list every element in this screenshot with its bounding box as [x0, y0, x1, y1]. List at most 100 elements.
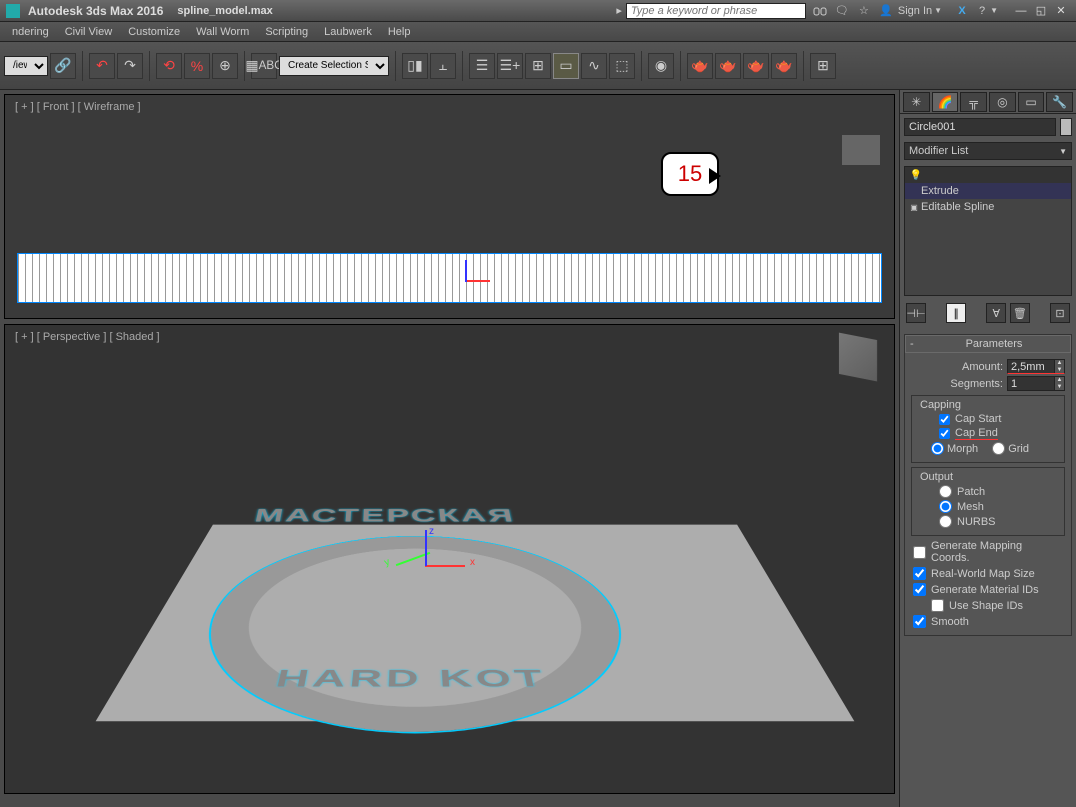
object-color-swatch[interactable] — [1060, 118, 1072, 136]
undo-button[interactable]: ↶ — [89, 53, 115, 79]
capping-label: Capping — [917, 399, 964, 411]
stack-item-editable-spline[interactable]: ▣ Editable Spline — [905, 199, 1071, 215]
modify-tab[interactable]: 🌈 — [932, 92, 959, 112]
axis-gizmo[interactable] — [395, 530, 455, 590]
minimize-button[interactable]: — — [1012, 4, 1030, 18]
rollout-header[interactable]: - Parameters — [905, 335, 1071, 353]
viewport-perspective-label[interactable]: [ + ] [ Perspective ] [ Shaded ] — [15, 331, 160, 343]
menu-scripting[interactable]: Scripting — [257, 26, 316, 38]
menu-wall-worm[interactable]: Wall Worm — [188, 26, 257, 38]
signin-dropdown-icon[interactable]: ▼ — [934, 6, 942, 15]
viewport-perspective[interactable]: [ + ] [ Perspective ] [ Shaded ] МАСТЕРС… — [4, 324, 895, 794]
pin-stack-button[interactable]: ⊣⊢ — [906, 303, 926, 323]
real-world-checkbox[interactable] — [913, 567, 926, 580]
render-setup-button[interactable]: 🫖 — [687, 53, 713, 79]
amount-label: Amount: — [962, 361, 1003, 373]
render-production-button[interactable]: 🫖 — [743, 53, 769, 79]
help-dropdown-icon[interactable]: ▼ — [990, 6, 998, 15]
command-panel-tabs: ✳ 🌈 ╦ ◎ ▭ 🔧 — [900, 90, 1076, 114]
maximize-button[interactable]: ◱ — [1032, 4, 1050, 18]
app-icon[interactable] — [6, 4, 20, 18]
app-title: Autodesk 3ds Max 2016 — [28, 4, 163, 18]
layer-new-button[interactable]: ☰+ — [497, 53, 523, 79]
menubar: ndering Civil View Customize Wall Worm S… — [0, 22, 1076, 42]
menu-civil-view[interactable]: Civil View — [57, 26, 120, 38]
search-input[interactable] — [626, 3, 806, 19]
menu-laubwerk[interactable]: Laubwerk — [316, 26, 380, 38]
scene-explorer-button[interactable]: ⊞ — [525, 53, 551, 79]
snap-angle-button[interactable]: ⟲ — [156, 53, 182, 79]
gen-material-checkbox[interactable] — [913, 583, 926, 596]
spinner-snap-button[interactable]: ⊕ — [212, 53, 238, 79]
nurbs-radio[interactable] — [939, 515, 952, 528]
viewcube-front[interactable] — [842, 135, 880, 165]
exchange-icon[interactable]: X — [954, 3, 970, 19]
mirror-button[interactable]: ▯▮ — [402, 53, 428, 79]
smooth-checkbox[interactable] — [913, 615, 926, 628]
snap-percent-button[interactable]: % — [184, 53, 210, 79]
sign-in-link[interactable]: Sign In — [898, 5, 932, 17]
viewcube-perspective[interactable] — [839, 333, 877, 382]
command-panel: ✳ 🌈 ╦ ◎ ▭ 🔧 Modifier List ▼ 💡 Extrude ▣ … — [899, 90, 1076, 807]
menu-rendering[interactable]: ndering — [4, 26, 57, 38]
show-end-result-button[interactable]: ∥ — [946, 303, 966, 323]
bulb-icon: 💡 — [905, 170, 927, 181]
titlebar: Autodesk 3ds Max 2016 spline_model.max ▸… — [0, 0, 1076, 22]
align-button[interactable]: ⫠ — [430, 53, 456, 79]
select-link-button[interactable]: 🔗 — [50, 53, 76, 79]
redo-button[interactable]: ↷ — [117, 53, 143, 79]
modifier-stack[interactable]: 💡 Extrude ▣ Editable Spline — [904, 166, 1072, 296]
search-arrow-icon[interactable]: ▸ — [616, 4, 622, 17]
patch-radio[interactable] — [939, 485, 952, 498]
close-button[interactable]: ✕ — [1052, 4, 1070, 18]
mesh-radio[interactable] — [939, 500, 952, 513]
motion-tab◎[interactable]: ◎ — [989, 92, 1016, 112]
coin-text-top: МАСТЕРСКАЯ — [252, 505, 517, 526]
output-label: Output — [917, 471, 956, 483]
object-name-input[interactable] — [904, 118, 1056, 136]
communication-icon[interactable]: 🗨 — [834, 3, 850, 19]
user-icon[interactable]: 👤 — [878, 3, 894, 19]
amount-spinner[interactable]: 2,5mm ▲▼ — [1007, 359, 1065, 374]
render-iterative-button[interactable]: 🫖 — [771, 53, 797, 79]
menu-customize[interactable]: Customize — [120, 26, 188, 38]
layers-button[interactable]: ☰ — [469, 53, 495, 79]
segments-spinner[interactable]: 1 ▲▼ — [1007, 376, 1065, 391]
utilities-tab[interactable]: 🔧 — [1046, 92, 1073, 112]
configure-sets-button[interactable]: ⊡ — [1050, 303, 1070, 323]
cap-end-checkbox[interactable] — [939, 428, 950, 439]
binoculars-icon[interactable] — [812, 3, 828, 19]
menu-help[interactable]: Help — [380, 26, 419, 38]
gen-mapping-checkbox[interactable] — [913, 546, 926, 559]
curve-editor-button[interactable]: ∿ — [581, 53, 607, 79]
stack-item-extrude[interactable]: Extrude — [905, 183, 1071, 199]
view-dropdown[interactable]: /iew — [4, 56, 48, 76]
help-icon[interactable]: ? — [974, 3, 990, 19]
viewports: 15 [ + ] [ Front ] [ Wireframe ] [ + ] [… — [0, 90, 899, 807]
material-editor-button[interactable]: ◉ — [648, 53, 674, 79]
toggle-ribbon-button[interactable]: ▭ — [553, 53, 579, 79]
segments-label: Segments: — [950, 378, 1003, 390]
selection-filter-button[interactable]: ▦ABC — [251, 53, 277, 79]
display-tab[interactable]: ▭ — [1018, 92, 1045, 112]
viewport-front[interactable]: [ + ] [ Front ] [ Wireframe ] — [4, 94, 895, 319]
modifier-list-dropdown[interactable]: Modifier List ▼ — [904, 142, 1072, 160]
remove-modifier-button[interactable]: 🗑 — [1010, 303, 1030, 323]
viewport-front-label[interactable]: [ + ] [ Front ] [ Wireframe ] — [15, 101, 141, 113]
use-shape-checkbox[interactable] — [931, 599, 944, 612]
star-icon[interactable]: ☆ — [856, 3, 872, 19]
selection-set-dropdown[interactable]: Create Selection Se — [279, 56, 389, 76]
axis-gizmo-front — [450, 270, 480, 290]
make-unique-button[interactable]: ∀ — [986, 303, 1006, 323]
hierarchy-tab[interactable]: ╦ — [960, 92, 987, 112]
create-tab[interactable]: ✳ — [903, 92, 930, 112]
coin-text-bottom: HARD KOT — [273, 665, 550, 692]
cap-start-checkbox[interactable] — [939, 414, 950, 425]
callout-15: 15 — [661, 152, 719, 196]
expand-icon[interactable]: ▣ — [907, 203, 921, 212]
morph-radio[interactable]: Morph — [931, 442, 978, 455]
render-online-button[interactable]: ⊞ — [810, 53, 836, 79]
grid-radio[interactable]: Grid — [992, 442, 1029, 455]
schematic-view-button[interactable]: ⬚ — [609, 53, 635, 79]
rendered-frame-button[interactable]: 🫖 — [715, 53, 741, 79]
